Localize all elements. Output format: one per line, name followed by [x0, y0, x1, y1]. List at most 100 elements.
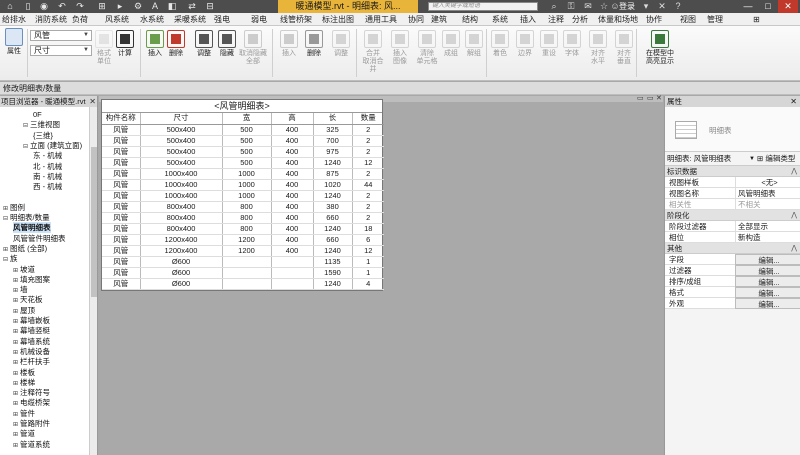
open-icon[interactable]: ▯ — [22, 1, 34, 12]
edit-button[interactable]: 编辑... — [735, 265, 800, 276]
column-header[interactable]: 长 — [313, 113, 353, 125]
table-cell[interactable] — [271, 256, 314, 268]
help-icon[interactable]: ? — [672, 1, 684, 12]
table-cell[interactable]: 1 — [352, 256, 384, 268]
table-cell[interactable]: 500 — [222, 135, 272, 147]
table-cell[interactable]: 12 — [352, 245, 384, 257]
table-cell[interactable]: 风管 — [102, 267, 141, 279]
align-horizontal-button[interactable]: 对齐 水平 — [586, 30, 610, 66]
scrollbar-thumb[interactable] — [91, 147, 97, 297]
table-cell[interactable]: 4 — [352, 278, 384, 290]
edit-button[interactable]: 编辑... — [735, 254, 800, 265]
3d-view-icon[interactable]: ◧ — [166, 1, 178, 12]
context-tab-label[interactable]: 修改明细表/数量 — [3, 82, 61, 95]
table-cell[interactable]: 44 — [352, 179, 384, 191]
table-cell[interactable]: Ø600 — [140, 278, 223, 290]
table-cell[interactable]: 风管 — [102, 256, 141, 268]
table-cell[interactable]: 500x400 — [140, 135, 223, 147]
menu-item-11[interactable]: 协同 — [408, 13, 424, 26]
chevron-down-icon[interactable]: ▾ — [640, 1, 652, 12]
table-cell[interactable]: 风管 — [102, 135, 141, 147]
collapse-icon[interactable]: ⋀ — [791, 210, 797, 221]
table-row[interactable]: 风管 1000x400 1000 400 1240 2 — [102, 190, 384, 202]
tree-item[interactable]: ⊞ 管道系统 — [13, 439, 50, 450]
group-button[interactable]: 成组 — [440, 30, 462, 58]
menu-item-16[interactable]: 注释 — [548, 13, 564, 26]
app-menu-icon[interactable]: ⌂ — [4, 1, 16, 12]
resize-button[interactable]: 调整 — [193, 30, 215, 58]
delete-button[interactable]: 删除 — [166, 30, 186, 58]
edit-button[interactable]: 编辑... — [735, 287, 800, 298]
maximize-view-icon[interactable]: ▭ — [647, 94, 654, 102]
table-cell[interactable]: 风管 — [102, 223, 141, 235]
close-hidden-icon[interactable]: ⊟ — [204, 1, 216, 12]
table-cell[interactable]: 风管 — [102, 190, 141, 202]
table-row[interactable]: 风管 Ø600 1590 1 — [102, 267, 384, 279]
print-icon[interactable]: ⊞ — [96, 1, 108, 12]
table-cell[interactable]: 500x400 — [140, 146, 223, 158]
switch-windows-icon[interactable]: ⇄ — [186, 1, 198, 12]
property-value[interactable]: 风管明细表 — [735, 188, 800, 199]
menu-item-10[interactable]: 通用工具 — [365, 13, 397, 26]
exchange-apps-icon[interactable]: ✕ — [656, 1, 668, 12]
table-cell[interactable]: 875 — [313, 168, 353, 180]
table-cell[interactable]: 风管 — [102, 146, 141, 158]
menu-item-5[interactable]: 采暖系统 — [174, 13, 206, 26]
table-cell[interactable]: 400 — [271, 179, 314, 191]
table-cell[interactable]: 800 — [222, 212, 272, 224]
table-cell[interactable]: 6 — [352, 234, 384, 246]
table-cell[interactable]: 500x400 — [140, 157, 223, 169]
table-cell[interactable]: 660 — [313, 212, 353, 224]
menu-item-4[interactable]: 水系统 — [140, 13, 164, 26]
table-cell[interactable]: 700 — [313, 135, 353, 147]
table-cell[interactable]: 2 — [352, 201, 384, 213]
collapse-icon[interactable]: ⊟ — [23, 121, 30, 132]
table-cell[interactable]: 1200 — [222, 245, 272, 257]
table-cell[interactable]: 12 — [352, 157, 384, 169]
table-row[interactable]: 风管 800x400 800 400 660 2 — [102, 212, 384, 224]
table-cell[interactable]: 1200x400 — [140, 234, 223, 246]
table-cell[interactable] — [222, 267, 272, 279]
table-cell[interactable]: 500 — [222, 157, 272, 169]
table-cell[interactable]: 325 — [313, 124, 353, 136]
table-cell[interactable]: 1590 — [313, 267, 353, 279]
table-cell[interactable]: 风管 — [102, 234, 141, 246]
menu-item-14[interactable]: 系统 — [492, 13, 508, 26]
table-cell[interactable]: 400 — [271, 146, 314, 158]
table-row[interactable]: 风管 1200x400 1200 400 660 6 — [102, 234, 384, 246]
table-cell[interactable]: 1000 — [222, 168, 272, 180]
table-cell[interactable]: 18 — [352, 223, 384, 235]
table-cell[interactable]: 500 — [222, 124, 272, 136]
table-cell[interactable] — [271, 278, 314, 290]
parameter-combo[interactable]: 风管 ▼ — [30, 30, 92, 41]
column-header[interactable]: 数量 — [352, 113, 384, 125]
table-row[interactable]: 风管 500x400 500 400 325 2 — [102, 124, 384, 136]
table-cell[interactable]: 2 — [352, 124, 384, 136]
table-cell[interactable]: 400 — [271, 168, 314, 180]
font-button[interactable]: 字体 — [562, 30, 582, 58]
properties-button[interactable]: 属性 — [3, 28, 25, 56]
edit-type-button[interactable]: ⊞ 编辑类型 — [757, 152, 795, 166]
table-cell[interactable]: 1240 — [313, 245, 353, 257]
table-cell[interactable]: 风管 — [102, 201, 141, 213]
table-cell[interactable]: 2 — [352, 135, 384, 147]
table-cell[interactable]: 1200 — [222, 234, 272, 246]
table-cell[interactable]: 2 — [352, 146, 384, 158]
menu-item-21[interactable]: 管理 — [707, 13, 723, 26]
expand-icon[interactable]: ⊞ — [13, 441, 20, 452]
table-cell[interactable]: 800 — [222, 201, 272, 213]
property-group-header[interactable]: 阶段化 ⋀ — [665, 210, 800, 221]
menu-item-13[interactable]: 结构 — [462, 13, 478, 26]
edit-button[interactable]: 编辑... — [735, 276, 800, 287]
align-vertical-button[interactable]: 对齐 垂直 — [612, 30, 636, 66]
close-icon[interactable]: ✕ — [790, 96, 797, 107]
property-value[interactable]: 新构造 — [735, 232, 800, 243]
subscription-icon[interactable]: ⚿ — [565, 1, 577, 12]
table-row[interactable]: 风管 1200x400 1200 400 1240 12 — [102, 245, 384, 257]
column-header[interactable]: 宽 — [222, 113, 272, 125]
menu-item-19[interactable]: 协作 — [646, 13, 662, 26]
menu-item-7[interactable]: 弱电 — [251, 13, 267, 26]
reset-button[interactable]: 重设 — [539, 30, 559, 58]
table-cell[interactable]: 1 — [352, 267, 384, 279]
table-cell[interactable]: 800 — [222, 223, 272, 235]
